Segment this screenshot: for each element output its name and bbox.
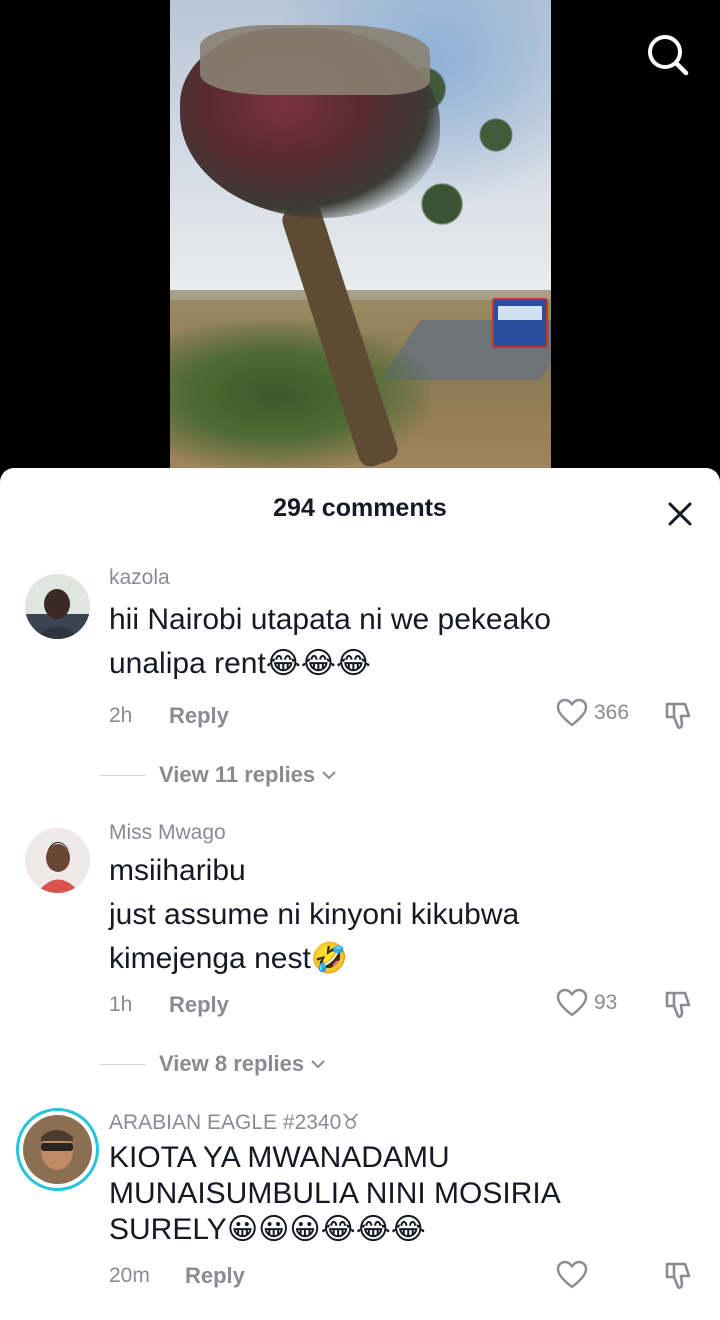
comment-time: 1h: [109, 993, 133, 1016]
view-replies-button[interactable]: View 11 replies: [100, 762, 337, 788]
comment-time: 2h: [109, 704, 133, 727]
video-player[interactable]: [0, 0, 720, 490]
thumbs-down-icon: [665, 1262, 691, 1290]
comment-username[interactable]: Miss Mwago: [109, 821, 226, 845]
thumbs-down-icon: [665, 991, 691, 1019]
avatar[interactable]: [25, 574, 90, 639]
replies-divider: [100, 774, 146, 776]
chevron-down-icon: [322, 771, 336, 780]
dislike-button[interactable]: [663, 1260, 695, 1292]
view-replies-label: View 11 replies: [159, 762, 316, 787]
like-button[interactable]: [556, 1260, 588, 1290]
video-bus: [492, 298, 548, 348]
search-button[interactable]: [640, 28, 696, 84]
reply-button[interactable]: Reply: [169, 992, 229, 1018]
replies-divider: [100, 1063, 146, 1065]
view-replies-button[interactable]: View 8 replies: [100, 1051, 326, 1077]
like-count: 93: [594, 991, 618, 1014]
like-button[interactable]: 366: [556, 698, 629, 728]
comment-text: msiiharibu just assume ni kinyoni kikubw…: [109, 854, 520, 975]
chevron-down-icon: [311, 1060, 325, 1069]
reply-button[interactable]: Reply: [169, 703, 229, 729]
video-frame[interactable]: [170, 0, 551, 468]
search-icon: [648, 35, 689, 76]
avatar[interactable]: [25, 828, 90, 893]
comment-username[interactable]: ARABIAN EAGLE #2340♉: [109, 1110, 360, 1135]
heart-icon: [556, 988, 588, 1017]
video-tarp: [200, 25, 430, 95]
comment-time: 20m: [109, 1264, 150, 1287]
comments-sheet: 294 comments kazola hii Nairobi utapata …: [0, 468, 720, 1320]
avatar[interactable]: [16, 1108, 99, 1191]
like-button[interactable]: 93: [556, 988, 617, 1018]
comment-text: hii Nairobi utapata ni we pekeako unalip…: [109, 603, 551, 680]
heart-icon: [556, 1260, 588, 1289]
comment-count-title: 294 comments: [273, 494, 447, 522]
close-icon: [668, 502, 692, 526]
comment-username[interactable]: kazola: [109, 566, 170, 590]
heart-icon: [556, 698, 588, 727]
reply-button[interactable]: Reply: [185, 1263, 245, 1289]
view-replies-label: View 8 replies: [159, 1051, 305, 1076]
like-count: 366: [594, 701, 630, 724]
close-button[interactable]: [660, 494, 700, 534]
comment-text: KIOTA YA MWANADAMU MUNAISUMBULIA NINI MO…: [109, 1141, 561, 1246]
dislike-button[interactable]: [663, 989, 695, 1021]
dislike-button[interactable]: [663, 700, 695, 732]
thumbs-down-icon: [665, 702, 691, 730]
